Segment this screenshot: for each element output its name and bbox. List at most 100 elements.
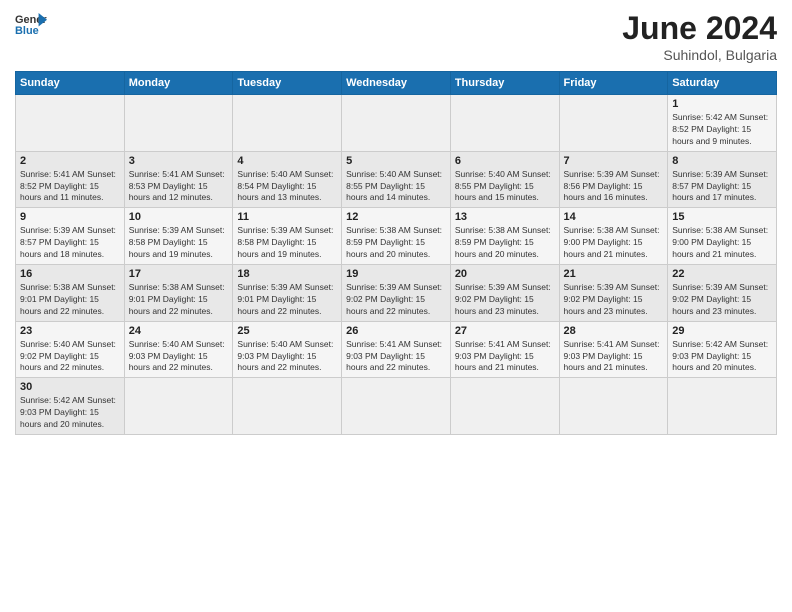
table-row: 26 Sunrise: 5:41 AM Sunset: 9:03 PM Dayli… [342,321,451,378]
table-row [124,378,233,435]
week-row-1: 1 Sunrise: 5:42 AM Sunset: 8:52 PM Daylig… [16,95,777,152]
table-row: 1 Sunrise: 5:42 AM Sunset: 8:52 PM Daylig… [668,95,777,152]
day-number: 16 [20,268,120,280]
header-tuesday: Tuesday [233,72,342,95]
day-info: Sunrise: 5:41 AM Sunset: 9:03 PM Dayligh… [564,339,664,375]
day-info: Sunrise: 5:39 AM Sunset: 9:02 PM Dayligh… [564,282,664,318]
table-row: 2 Sunrise: 5:41 AM Sunset: 8:52 PM Daylig… [16,151,125,208]
table-row: 12Sunrise: 5:38 AM Sunset: 8:59 PM Dayli… [342,208,451,265]
day-number: 1 [672,98,772,110]
day-number: 19 [346,268,446,280]
header-friday: Friday [559,72,668,95]
table-row: 29 Sunrise: 5:42 AM Sunset: 9:03 PM Dayli… [668,321,777,378]
table-row [16,95,125,152]
table-row: 30 Sunrise: 5:42 AM Sunset: 9:03 PM Dayli… [16,378,125,435]
day-info: Sunrise: 5:42 AM Sunset: 8:52 PM Dayligh… [672,112,772,148]
week-row-6: 30 Sunrise: 5:42 AM Sunset: 9:03 PM Dayli… [16,378,777,435]
day-info: Sunrise: 5:41 AM Sunset: 9:03 PM Dayligh… [455,339,555,375]
table-row [450,378,559,435]
header-sunday: Sunday [16,72,125,95]
table-row: 17 Sunrise: 5:38 AM Sunset: 9:01 PM Dayli… [124,265,233,322]
day-info: Sunrise: 5:38 AM Sunset: 9:00 PM Dayligh… [564,225,664,261]
day-info: Sunrise: 5:38 AM Sunset: 9:00 PM Dayligh… [672,225,772,261]
weekday-header-row: Sunday Monday Tuesday Wednesday Thursday… [16,72,777,95]
day-number: 15 [672,211,772,223]
generalblue-logo-icon: General Blue [15,10,47,38]
table-row: 20Sunrise: 5:39 AM Sunset: 9:02 PM Dayli… [450,265,559,322]
day-info: Sunrise: 5:40 AM Sunset: 9:03 PM Dayligh… [129,339,229,375]
header: General Blue June 2024 Suhindol, Bulgari… [15,10,777,63]
day-number: 9 [20,211,120,223]
table-row: 22Sunrise: 5:39 AM Sunset: 9:02 PM Dayli… [668,265,777,322]
day-info: Sunrise: 5:40 AM Sunset: 8:55 PM Dayligh… [455,169,555,205]
day-info: Sunrise: 5:42 AM Sunset: 9:03 PM Dayligh… [20,395,120,431]
header-monday: Monday [124,72,233,95]
day-info: Sunrise: 5:39 AM Sunset: 8:58 PM Dayligh… [237,225,337,261]
table-row: 23Sunrise: 5:40 AM Sunset: 9:02 PM Dayli… [16,321,125,378]
table-row: 27 Sunrise: 5:41 AM Sunset: 9:03 PM Dayli… [450,321,559,378]
day-number: 17 [129,268,229,280]
table-row: 8Sunrise: 5:39 AM Sunset: 8:57 PM Daylig… [668,151,777,208]
table-row [342,95,451,152]
day-number: 27 [455,325,555,337]
table-row [668,378,777,435]
table-row [559,95,668,152]
table-row [342,378,451,435]
calendar-table: Sunday Monday Tuesday Wednesday Thursday… [15,71,777,435]
table-row [124,95,233,152]
logo: General Blue [15,10,47,38]
day-info: Sunrise: 5:39 AM Sunset: 9:01 PM Dayligh… [237,282,337,318]
table-row: 19Sunrise: 5:39 AM Sunset: 9:02 PM Dayli… [342,265,451,322]
svg-text:Blue: Blue [15,25,39,37]
day-number: 23 [20,325,120,337]
table-row [233,378,342,435]
header-thursday: Thursday [450,72,559,95]
month-year-title: June 2024 [622,10,777,47]
day-number: 14 [564,211,664,223]
day-info: Sunrise: 5:40 AM Sunset: 8:54 PM Dayligh… [237,169,337,205]
day-info: Sunrise: 5:39 AM Sunset: 9:02 PM Dayligh… [672,282,772,318]
table-row: 21Sunrise: 5:39 AM Sunset: 9:02 PM Dayli… [559,265,668,322]
table-row: 28 Sunrise: 5:41 AM Sunset: 9:03 PM Dayli… [559,321,668,378]
day-number: 7 [564,155,664,167]
table-row: 13Sunrise: 5:38 AM Sunset: 8:59 PM Dayli… [450,208,559,265]
day-number: 28 [564,325,664,337]
day-number: 11 [237,211,337,223]
table-row: 9 Sunrise: 5:39 AM Sunset: 8:57 PM Daylig… [16,208,125,265]
day-number: 5 [346,155,446,167]
day-number: 10 [129,211,229,223]
day-number: 4 [237,155,337,167]
week-row-5: 23Sunrise: 5:40 AM Sunset: 9:02 PM Dayli… [16,321,777,378]
week-row-3: 9 Sunrise: 5:39 AM Sunset: 8:57 PM Daylig… [16,208,777,265]
day-info: Sunrise: 5:41 AM Sunset: 9:03 PM Dayligh… [346,339,446,375]
week-row-2: 2 Sunrise: 5:41 AM Sunset: 8:52 PM Daylig… [16,151,777,208]
table-row: 3Sunrise: 5:41 AM Sunset: 8:53 PM Daylig… [124,151,233,208]
day-info: Sunrise: 5:41 AM Sunset: 8:53 PM Dayligh… [129,169,229,205]
day-info: Sunrise: 5:41 AM Sunset: 8:52 PM Dayligh… [20,169,120,205]
day-info: Sunrise: 5:39 AM Sunset: 8:56 PM Dayligh… [564,169,664,205]
day-number: 26 [346,325,446,337]
header-wednesday: Wednesday [342,72,451,95]
table-row: 11 Sunrise: 5:39 AM Sunset: 8:58 PM Dayli… [233,208,342,265]
table-row: 25Sunrise: 5:40 AM Sunset: 9:03 PM Dayli… [233,321,342,378]
table-row: 10Sunrise: 5:39 AM Sunset: 8:58 PM Dayli… [124,208,233,265]
table-row: 18Sunrise: 5:39 AM Sunset: 9:01 PM Dayli… [233,265,342,322]
day-number: 20 [455,268,555,280]
day-info: Sunrise: 5:38 AM Sunset: 9:01 PM Dayligh… [129,282,229,318]
table-row: 14 Sunrise: 5:38 AM Sunset: 9:00 PM Dayli… [559,208,668,265]
day-info: Sunrise: 5:42 AM Sunset: 9:03 PM Dayligh… [672,339,772,375]
day-info: Sunrise: 5:40 AM Sunset: 8:55 PM Dayligh… [346,169,446,205]
table-row: 4 Sunrise: 5:40 AM Sunset: 8:54 PM Daylig… [233,151,342,208]
day-number: 29 [672,325,772,337]
week-row-4: 16 Sunrise: 5:38 AM Sunset: 9:01 PM Dayli… [16,265,777,322]
title-block: June 2024 Suhindol, Bulgaria [622,10,777,63]
day-number: 8 [672,155,772,167]
day-info: Sunrise: 5:39 AM Sunset: 8:57 PM Dayligh… [20,225,120,261]
day-number: 13 [455,211,555,223]
day-number: 24 [129,325,229,337]
day-number: 30 [20,381,120,393]
location-subtitle: Suhindol, Bulgaria [622,47,777,63]
day-number: 2 [20,155,120,167]
header-saturday: Saturday [668,72,777,95]
table-row: 5 Sunrise: 5:40 AM Sunset: 8:55 PM Daylig… [342,151,451,208]
